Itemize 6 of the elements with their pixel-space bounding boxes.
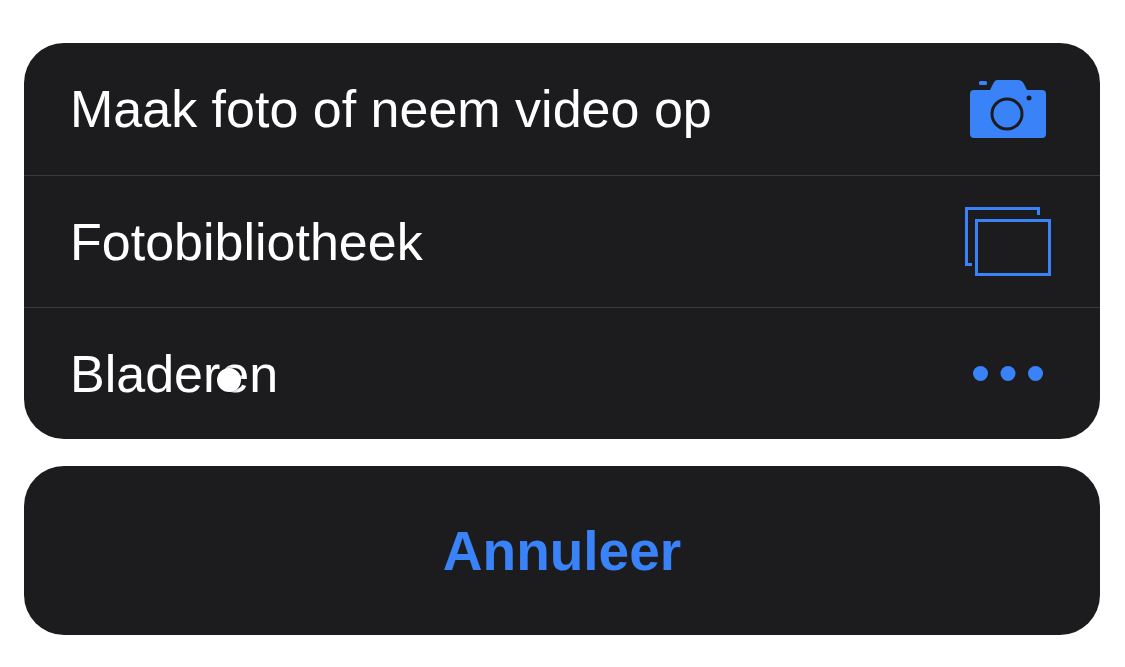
camera-icon [970, 80, 1046, 138]
action-option[interactable]: Maak foto of neem video op [24, 43, 1100, 175]
action-option[interactable]: Fotobibliotheek [24, 175, 1100, 307]
cancel-button[interactable]: Annuleer [24, 466, 1100, 635]
photo-stack-icon [965, 207, 1051, 276]
more-icon [973, 366, 1043, 381]
